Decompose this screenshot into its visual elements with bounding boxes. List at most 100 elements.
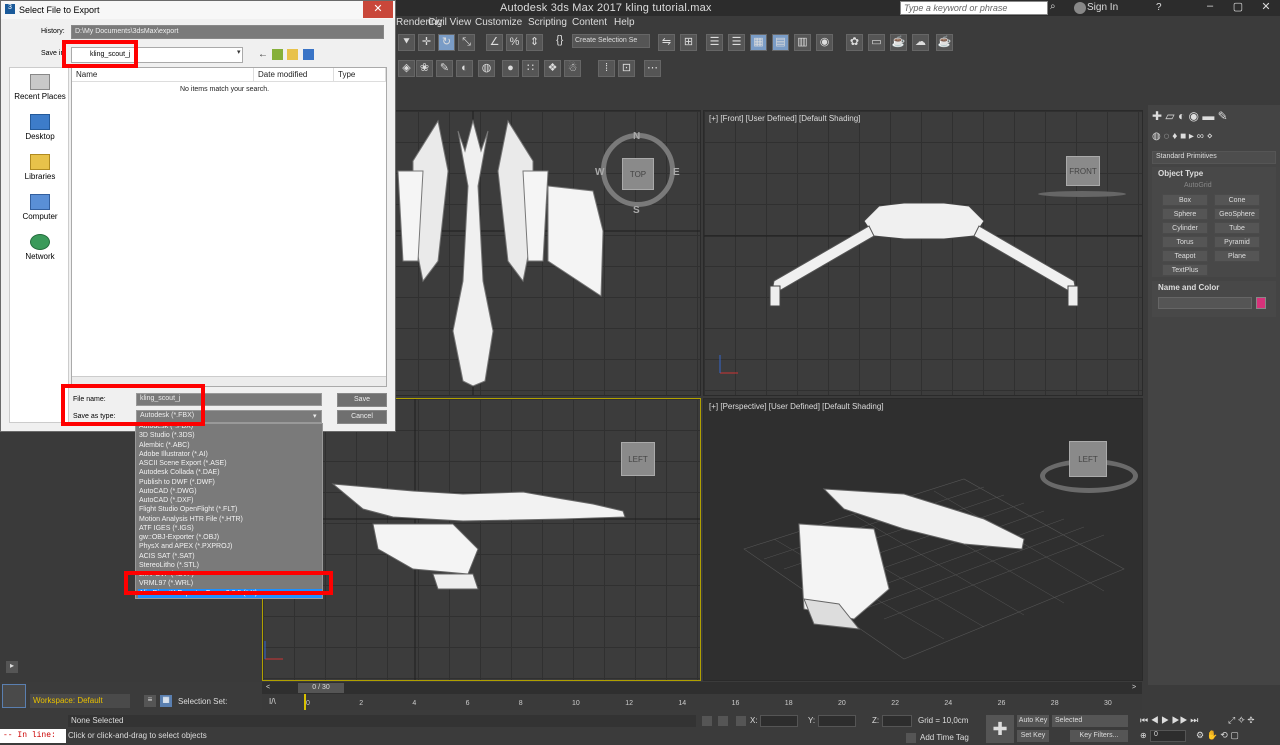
mirror-icon[interactable]: ⇋ xyxy=(658,34,675,51)
file-type-option[interactable]: StereoLitho (*.STL) xyxy=(138,561,322,570)
snap-tool-icon[interactable]: ⊡ xyxy=(618,60,635,77)
viewcube-perspective[interactable]: LEFT xyxy=(1069,441,1107,477)
sphere-button[interactable]: Sphere xyxy=(1162,208,1208,220)
pyramid-button[interactable]: Pyramid xyxy=(1214,236,1260,248)
key-time-icon[interactable]: ⊕ xyxy=(1140,731,1150,741)
menu-customize[interactable]: Customize xyxy=(475,17,522,28)
place-network[interactable]: Network xyxy=(10,234,70,261)
selection-set-icon[interactable]: ▦ xyxy=(160,695,172,707)
column-date-modified[interactable]: Date modified xyxy=(254,68,334,82)
search-icon[interactable]: ⌕ xyxy=(1050,1,1062,15)
left-viewport[interactable]: LEFT xyxy=(262,398,701,681)
time-config-icons[interactable]: ⚙ ✋ ⟲ ▢ xyxy=(1196,730,1280,742)
search-input[interactable]: Type a keyword or phrase xyxy=(900,1,1048,15)
dots-icon[interactable]: ∷ xyxy=(522,60,539,77)
current-frame-input[interactable]: 0 xyxy=(1150,730,1186,742)
textplus-button[interactable]: TextPlus xyxy=(1162,264,1208,276)
playback-controls[interactable]: ⏮ ◀ ▶ ▶▶ ⏭ xyxy=(1140,715,1230,727)
track-bar[interactable]: 0 2 4 6 8 10 12 14 16 18 20 22 24 26 28 30 xyxy=(262,694,1142,710)
place-recent[interactable]: Recent Places xyxy=(10,74,70,101)
create-category-icons[interactable]: ◍ ◌ ♦ ■ ▸ ∞ ⋄ xyxy=(1152,131,1276,147)
time-slider[interactable]: 0 / 30 < > xyxy=(262,682,1142,694)
name-color-title[interactable]: Name and Color xyxy=(1158,283,1219,292)
move-icon[interactable]: ✛ xyxy=(418,34,435,51)
file-type-option[interactable]: Alembic (*.ABC) xyxy=(138,441,322,450)
perspective-viewport[interactable]: [+] [Perspective] [User Defined] [Defaul… xyxy=(703,398,1143,681)
scene-explorer-icon[interactable]: ☰ xyxy=(706,34,723,51)
x-coord-input[interactable] xyxy=(760,715,798,727)
add-time-tag[interactable]: Add Time Tag xyxy=(920,733,969,742)
place-libraries[interactable]: Libraries xyxy=(10,154,70,181)
render-frame-icon[interactable]: ▭ xyxy=(868,34,885,51)
key-mode-icon[interactable]: I/\ xyxy=(269,697,276,706)
key-mode-dropdown[interactable]: Selected xyxy=(1052,715,1128,727)
rotate-icon[interactable]: ↻ xyxy=(438,34,455,51)
lock-selection-icon[interactable] xyxy=(702,716,712,726)
hair-icon[interactable]: ◍ xyxy=(478,60,495,77)
minimize-icon[interactable]: – xyxy=(1196,0,1224,16)
back-icon[interactable]: ← xyxy=(258,49,268,60)
layer-icon[interactable]: ☰ xyxy=(728,34,745,51)
material-editor-icon[interactable]: ◉ xyxy=(816,34,833,51)
file-type-option[interactable]: PhysX and APEX (*.PXPROJ) xyxy=(138,542,322,551)
object-name-input[interactable] xyxy=(1158,297,1252,309)
file-type-option[interactable]: ATF IGES (*.IGS) xyxy=(138,524,322,533)
snap-icon[interactable]: ∠ xyxy=(486,34,503,51)
a360-icon[interactable]: ☕ xyxy=(936,34,953,51)
file-type-option[interactable]: AutoCAD (*.DXF) xyxy=(138,496,322,505)
geosphere-button[interactable]: GeoSphere xyxy=(1214,208,1260,220)
torus-button[interactable]: Torus xyxy=(1162,236,1208,248)
set-key-button[interactable]: Set Key xyxy=(1017,730,1049,742)
autogrid-checkbox[interactable]: AutoGrid xyxy=(1184,182,1212,189)
paint-icon[interactable]: ◐ xyxy=(456,60,473,77)
cone-button[interactable]: Cone xyxy=(1214,194,1260,206)
file-type-option[interactable]: Autodesk Collada (*.DAE) xyxy=(138,468,322,477)
auto-key-button[interactable]: Auto Key xyxy=(1017,715,1049,727)
column-name[interactable]: Name xyxy=(72,68,254,82)
time-slider-thumb[interactable]: 0 / 30 xyxy=(298,683,344,693)
new-folder-icon[interactable] xyxy=(287,49,298,60)
history-dropdown[interactable]: D:\My Documents\3dsMax\export xyxy=(71,25,384,39)
scene-tool-icon[interactable]: ❀ xyxy=(416,60,433,77)
file-type-option[interactable]: ACIS SAT (*.SAT) xyxy=(138,552,322,561)
viewcube-top[interactable]: TOP xyxy=(622,158,654,190)
save-in-chevron-icon[interactable]: ▾ xyxy=(237,48,245,62)
selection-set-dropdown[interactable]: Create Selection Se xyxy=(572,34,650,48)
menu-help[interactable]: Help xyxy=(614,17,635,28)
type-chevron-icon[interactable]: ▾ xyxy=(313,412,317,420)
file-type-option[interactable]: 3D Studio (*.3DS) xyxy=(138,431,322,440)
box-button[interactable]: Box xyxy=(1162,194,1208,206)
scale-icon[interactable]: ⤡ xyxy=(458,34,475,51)
curve-editor-icon[interactable]: ▤ xyxy=(772,34,789,51)
maximize-icon[interactable]: ▢ xyxy=(1224,0,1252,16)
brush-icon[interactable]: ✎ xyxy=(436,60,453,77)
menu-civil-view[interactable]: Civil View xyxy=(428,17,471,28)
workspace-icon[interactable] xyxy=(2,684,26,708)
expand-arrow-icon[interactable]: ▸ xyxy=(6,661,18,673)
command-panel-tabs[interactable]: ✚ ▱ ◐ ◉ ▬ ✎ xyxy=(1152,109,1276,127)
view-menu-icon[interactable] xyxy=(303,49,314,60)
prev-frame-icon[interactable]: < xyxy=(266,684,270,691)
place-desktop[interactable]: Desktop xyxy=(10,114,70,141)
align-icon[interactable]: ⊞ xyxy=(680,34,697,51)
menu-content[interactable]: Content xyxy=(572,17,607,28)
object-paint-icon[interactable]: ❖ xyxy=(544,60,561,77)
file-type-option[interactable]: Flight Studio OpenFlight (*.FLT) xyxy=(138,505,322,514)
next-frame-icon[interactable]: > xyxy=(1132,684,1136,691)
dialog-close-button[interactable]: ✕ xyxy=(363,1,393,18)
render-cloud-icon[interactable]: ☁ xyxy=(912,34,929,51)
plane-button[interactable]: Plane xyxy=(1214,250,1260,262)
menu-scripting[interactable]: Scripting xyxy=(528,17,567,28)
file-type-option[interactable]: ASCII Scene Export (*.ASE) xyxy=(138,459,322,468)
viewport-nav-icons[interactable]: ⤢ ✧ ✥ xyxy=(1228,715,1280,727)
close-window-icon[interactable]: ✕ xyxy=(1252,0,1280,16)
file-type-option[interactable]: Publish to DWF (*.DWF) xyxy=(138,478,322,487)
y-coord-input[interactable] xyxy=(818,715,856,727)
abs-mode-icon[interactable] xyxy=(736,716,746,726)
up-folder-icon[interactable] xyxy=(272,49,283,60)
grid-icon[interactable]: ⁞ xyxy=(598,60,615,77)
object-type-title[interactable]: Object Type xyxy=(1158,169,1203,178)
select-icon[interactable]: ⯆ xyxy=(398,34,415,51)
teapot-button[interactable]: Teapot xyxy=(1162,250,1208,262)
object-color-swatch[interactable] xyxy=(1256,297,1266,309)
